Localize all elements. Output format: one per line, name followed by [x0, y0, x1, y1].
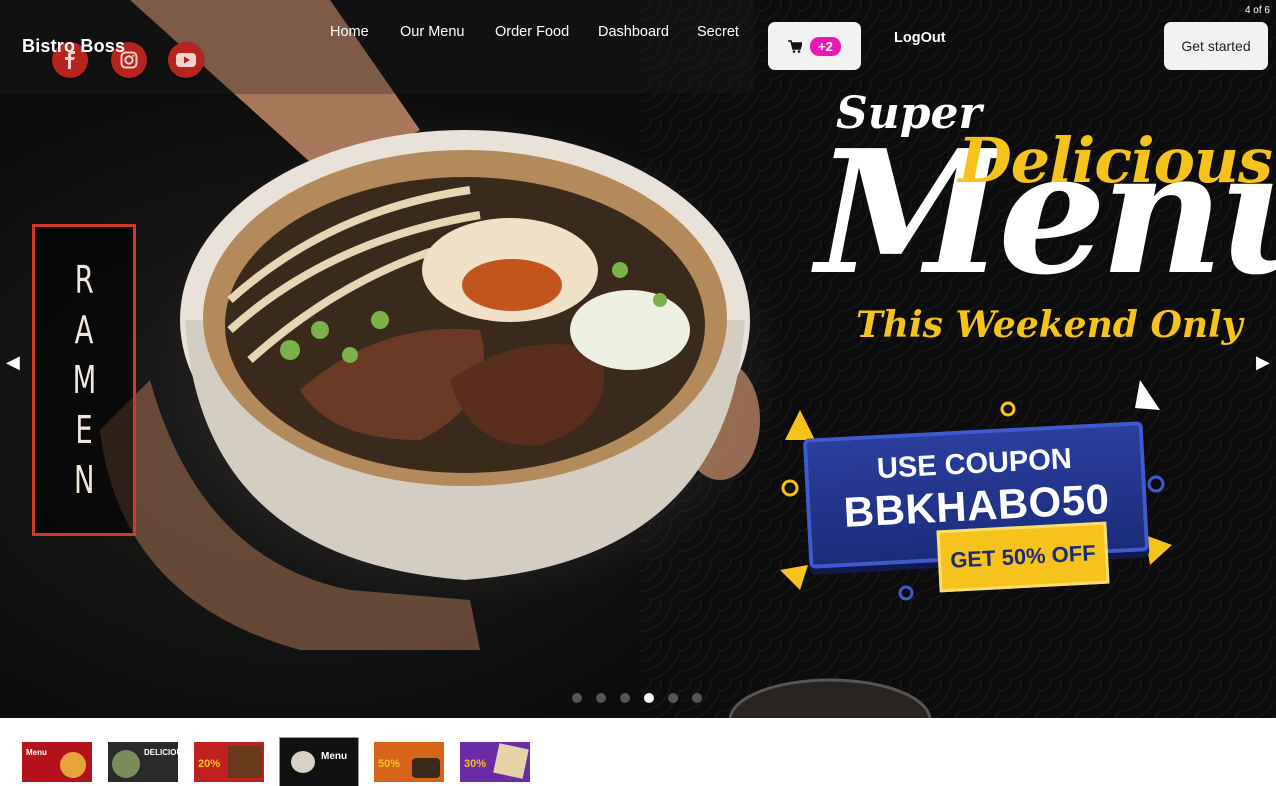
- slide-thumbnail[interactable]: DELICIOUS: [108, 742, 178, 782]
- nav-link-our-menu[interactable]: Our Menu: [400, 24, 464, 40]
- prev-slide-arrow[interactable]: ◀: [6, 352, 20, 373]
- slide-thumbnail[interactable]: 50%: [374, 742, 444, 782]
- nav-link-dashboard[interactable]: Dashboard: [598, 24, 669, 40]
- carousel-dot[interactable]: [596, 693, 606, 703]
- thumbnail-text: 20%: [198, 758, 221, 770]
- cart-icon: [788, 39, 803, 53]
- thumbnail-strip: Menu DELICIOUS 20% Menu 50% 30%: [22, 737, 546, 786]
- slide-thumbnail[interactable]: 30%: [460, 742, 530, 782]
- ramen-letter: N: [73, 458, 95, 502]
- promo-weekend-text: This Weekend Only: [856, 304, 1243, 346]
- slide-thumbnail-active[interactable]: Menu: [279, 737, 359, 786]
- food-image: [112, 750, 140, 778]
- carousel-dot[interactable]: [692, 693, 702, 703]
- thumbnail-text: DELICIOUS: [144, 748, 178, 757]
- youtube-icon[interactable]: [168, 42, 204, 78]
- carousel-dot[interactable]: [572, 693, 582, 703]
- ramen-letter: R: [74, 258, 94, 302]
- get-started-button[interactable]: Get started: [1164, 22, 1268, 70]
- carousel-dot[interactable]: [620, 693, 630, 703]
- thumbnail-text: 30%: [464, 758, 487, 770]
- slide-thumbnail[interactable]: 20%: [194, 742, 264, 782]
- next-slide-arrow[interactable]: ▶: [1256, 352, 1270, 373]
- ramen-bowl-image: [100, 0, 1172, 718]
- brand-logo[interactable]: Bistro Boss: [22, 36, 125, 57]
- navbar: Bistro Boss Home Our Menu Order Food Das…: [0, 0, 1276, 94]
- ramen-letter: A: [74, 308, 94, 352]
- food-image: [60, 752, 86, 778]
- food-image: [228, 746, 262, 778]
- discount-banner: GET 50% OFF: [936, 521, 1110, 593]
- nav-link-order-food[interactable]: Order Food: [495, 24, 569, 40]
- nav-link-home[interactable]: Home: [330, 24, 369, 40]
- ramen-label: R A M E N: [32, 224, 136, 536]
- ramen-letter: E: [75, 408, 93, 452]
- thumbnail-text: Menu: [26, 748, 47, 757]
- nav-link-secret[interactable]: Secret: [697, 24, 739, 40]
- carousel-dot-active[interactable]: [644, 693, 654, 703]
- slide-thumbnail[interactable]: Menu: [22, 742, 92, 782]
- carousel-dots: [572, 693, 702, 703]
- promo-delicious-text: Delicious: [958, 124, 1273, 197]
- logout-link[interactable]: LogOut: [894, 30, 946, 46]
- food-image: [291, 751, 315, 773]
- hero-carousel-slide: R A M E N Menu Super Delicious This Week…: [0, 0, 1276, 718]
- ramen-letter: M: [72, 358, 96, 402]
- food-image: [412, 758, 440, 778]
- food-image: [493, 743, 529, 779]
- cart-button[interactable]: +2: [768, 22, 861, 70]
- thumbnail-text: Menu: [321, 751, 348, 762]
- cart-count-badge: +2: [810, 36, 841, 56]
- thumbnail-text: 50%: [378, 758, 401, 770]
- carousel-dot[interactable]: [668, 693, 678, 703]
